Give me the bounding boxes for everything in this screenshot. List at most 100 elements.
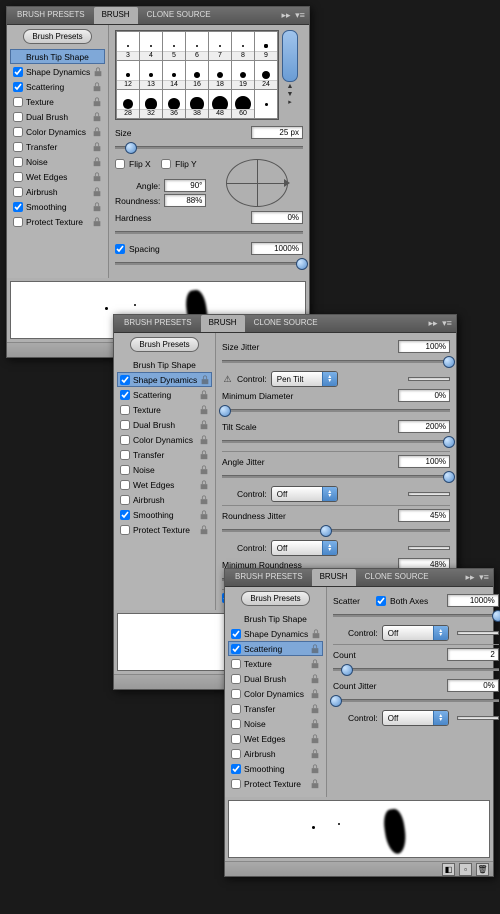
tab-clone-source[interactable]: CLONE SOURCE: [139, 7, 219, 24]
count-jitter-control-value[interactable]: [457, 716, 499, 720]
sidebar-item-scattering[interactable]: Scattering: [228, 641, 323, 656]
checkbox-protect-texture[interactable]: [13, 217, 23, 227]
lock-icon[interactable]: [92, 82, 102, 92]
lock-icon[interactable]: [200, 375, 210, 385]
hardness-slider[interactable]: [115, 226, 303, 238]
roundness-jitter-value[interactable]: 45%: [398, 509, 450, 522]
tab-clone-source[interactable]: CLONE SOURCE: [246, 315, 326, 332]
brush-tip-cell[interactable]: 13: [140, 61, 162, 89]
sidebar-item-brush-tip-shape[interactable]: Brush Tip Shape: [10, 49, 105, 64]
checkbox-wet-edges[interactable]: [13, 172, 23, 182]
sidebar-item-wet-edges[interactable]: Wet Edges: [117, 477, 212, 492]
count-jitter-control-dropdown[interactable]: Off▴▾: [382, 710, 449, 726]
lock-icon[interactable]: [310, 719, 320, 729]
count-slider[interactable]: [333, 663, 499, 675]
scrollbar-thumb[interactable]: [282, 30, 298, 82]
menu-icon[interactable]: ▾≡: [294, 10, 306, 22]
roundness-value[interactable]: 88%: [164, 194, 206, 207]
sidebar-item-transfer[interactable]: Transfer: [117, 447, 212, 462]
sidebar-item-noise[interactable]: Noise: [228, 716, 323, 731]
lock-icon[interactable]: [310, 764, 320, 774]
angle-value[interactable]: 90°: [164, 179, 206, 192]
lock-icon[interactable]: [199, 495, 209, 505]
brush-tip-cell[interactable]: 60: [232, 90, 254, 118]
tab-brush-presets[interactable]: BRUSH PRESETS: [9, 7, 93, 24]
brush-tip-cell[interactable]: 38: [186, 90, 208, 118]
sidebar-item-scattering[interactable]: Scattering: [10, 79, 105, 94]
brush-tip-cell[interactable]: 19: [232, 61, 254, 89]
checkbox-color-dynamics[interactable]: [120, 435, 130, 445]
brush-tip-cell[interactable]: 4: [140, 32, 162, 60]
sidebar-item-dual-brush[interactable]: Dual Brush: [10, 109, 105, 124]
lock-icon[interactable]: [92, 157, 102, 167]
collapse-icon[interactable]: ▸▸: [464, 572, 476, 584]
checkbox-smoothing[interactable]: [13, 202, 23, 212]
brush-tip-cell[interactable]: 12: [117, 61, 139, 89]
angle-roundness-control[interactable]: [226, 159, 288, 207]
count-jitter-slider[interactable]: [333, 694, 499, 706]
checkbox-color-dynamics[interactable]: [231, 689, 241, 699]
scatter-value[interactable]: 1000%: [447, 594, 499, 607]
checkbox-dual-brush[interactable]: [231, 674, 241, 684]
brush-tip-cell[interactable]: 6: [186, 32, 208, 60]
sidebar-item-wet-edges[interactable]: Wet Edges: [10, 169, 105, 184]
sidebar-item-wet-edges[interactable]: Wet Edges: [228, 731, 323, 746]
tilt-scale-value[interactable]: 200%: [398, 420, 450, 433]
collapse-icon[interactable]: ▸▸: [280, 10, 292, 22]
tab-brush-presets[interactable]: BRUSH PRESETS: [227, 569, 311, 586]
hardness-value[interactable]: 0%: [251, 211, 303, 224]
tilt-scale-slider[interactable]: [222, 435, 450, 447]
checkbox-transfer[interactable]: [231, 704, 241, 714]
count-jitter-value[interactable]: 0%: [447, 679, 499, 692]
spacing-checkbox[interactable]: [115, 244, 125, 254]
toggle-preview-icon[interactable]: ◧: [442, 863, 455, 876]
lock-icon[interactable]: [199, 405, 209, 415]
scatter-control-dropdown[interactable]: Off▴▾: [382, 625, 449, 641]
sidebar-item-shape-dynamics[interactable]: Shape Dynamics: [117, 372, 212, 387]
checkbox-texture[interactable]: [231, 659, 241, 669]
roundness-jitter-slider[interactable]: [222, 524, 450, 536]
checkbox-texture[interactable]: [13, 97, 23, 107]
checkbox-transfer[interactable]: [13, 142, 23, 152]
brush-tip-cell[interactable]: 14: [163, 61, 185, 89]
angle-control-value[interactable]: [408, 492, 450, 496]
brush-tip-cell[interactable]: 9: [255, 32, 277, 60]
brush-tip-cell[interactable]: 7: [209, 32, 231, 60]
sidebar-item-color-dynamics[interactable]: Color Dynamics: [10, 124, 105, 139]
tab-clone-source[interactable]: CLONE SOURCE: [357, 569, 437, 586]
checkbox-protect-texture[interactable]: [120, 525, 130, 535]
lock-icon[interactable]: [310, 689, 320, 699]
sidebar-item-protect-texture[interactable]: Protect Texture: [228, 776, 323, 791]
lock-icon[interactable]: [199, 465, 209, 475]
sidebar-item-brush-tip-shape[interactable]: Brush Tip Shape: [117, 357, 212, 372]
spacing-slider[interactable]: [115, 257, 303, 269]
lock-icon[interactable]: [199, 510, 209, 520]
angle-jitter-value[interactable]: 100%: [398, 455, 450, 468]
sidebar-item-smoothing[interactable]: Smoothing: [10, 199, 105, 214]
scroll-down-icon[interactable]: ▼: [287, 92, 294, 98]
scroll-up-icon[interactable]: ▲: [287, 84, 294, 90]
sidebar-item-protect-texture[interactable]: Protect Texture: [10, 214, 105, 229]
lock-icon[interactable]: [199, 480, 209, 490]
brush-tip-cell[interactable]: 18: [209, 61, 231, 89]
min-diameter-value[interactable]: 0%: [398, 389, 450, 402]
sidebar-item-dual-brush[interactable]: Dual Brush: [228, 671, 323, 686]
sidebar-item-airbrush[interactable]: Airbrush: [10, 184, 105, 199]
checkbox-airbrush[interactable]: [231, 749, 241, 759]
checkbox-smoothing[interactable]: [231, 764, 241, 774]
checkbox-dual-brush[interactable]: [13, 112, 23, 122]
tab-brush[interactable]: BRUSH: [312, 569, 356, 586]
lock-icon[interactable]: [93, 67, 103, 77]
checkbox-wet-edges[interactable]: [231, 734, 241, 744]
lock-icon[interactable]: [310, 734, 320, 744]
lock-icon[interactable]: [199, 450, 209, 460]
sidebar-item-protect-texture[interactable]: Protect Texture: [117, 522, 212, 537]
sidebar-item-shape-dynamics[interactable]: Shape Dynamics: [10, 64, 105, 79]
lock-icon[interactable]: [92, 142, 102, 152]
brush-tip-cell[interactable]: 32: [140, 90, 162, 118]
lock-icon[interactable]: [310, 749, 320, 759]
checkbox-color-dynamics[interactable]: [13, 127, 23, 137]
checkbox-noise[interactable]: [13, 157, 23, 167]
lock-icon[interactable]: [92, 172, 102, 182]
sidebar-item-smoothing[interactable]: Smoothing: [117, 507, 212, 522]
